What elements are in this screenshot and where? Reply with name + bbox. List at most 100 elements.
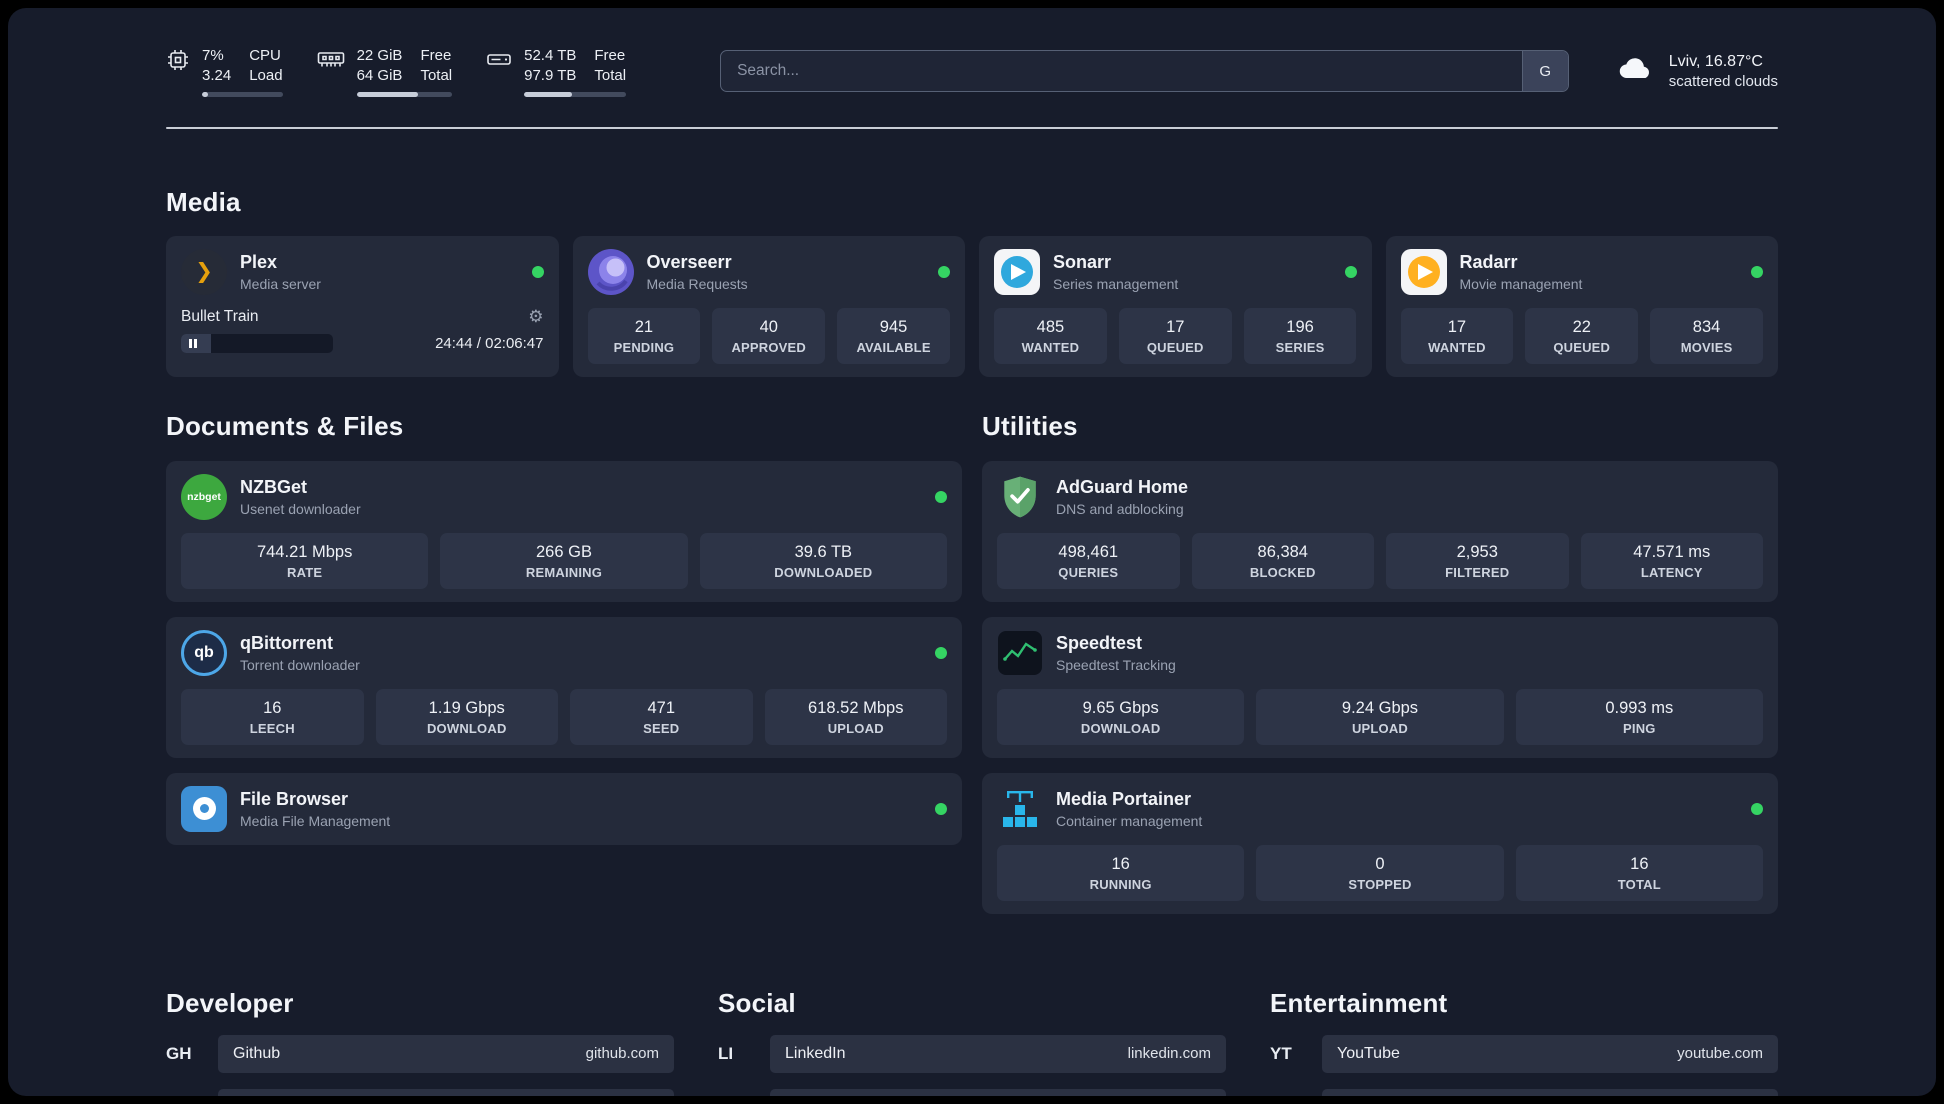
app-name: Overseerr [646, 251, 732, 272]
bookmark-link-linkedin[interactable]: LinkedIn linkedin.com [770, 1034, 1226, 1073]
cpu-label-bottom: Load [249, 66, 283, 84]
app-subtitle: Media server [240, 275, 321, 292]
adguard-icon [997, 474, 1043, 520]
disk-label-bottom: Total [594, 66, 627, 84]
stat-approved: 40 APPROVED [712, 307, 826, 364]
stat-value: 2,953 [1456, 542, 1498, 561]
stat-label: PENDING [613, 339, 675, 355]
stat-downloaded: 39.6 TB DOWNLOADED [699, 532, 947, 589]
status-dot [1751, 802, 1763, 815]
stat-rate: 744.21 Mbps RATE [181, 532, 429, 589]
app-name: NZBGet [240, 476, 307, 497]
search-engine-button[interactable]: G [1521, 51, 1568, 92]
status-dot [1751, 265, 1763, 278]
ram-usage-fill [356, 91, 418, 97]
bookmarks-social: Social LI LinkedIn linkedin.com TW Twitt… [718, 988, 1226, 1096]
bookmark-link-github[interactable]: Github github.com [218, 1034, 674, 1073]
app-tile-sonarr[interactable]: Sonarr Series management [994, 248, 1357, 295]
app-subtitle: Media Requests [646, 275, 748, 292]
stat-available: 945 AVAILABLE [837, 307, 950, 364]
app-tile-plex[interactable]: ❯ Plex Media server [181, 248, 544, 295]
stat-label: APPROVED [731, 339, 807, 355]
stat-value: 9.24 Gbps [1341, 698, 1419, 717]
app-card-sonarr: Sonarr Series management 485 WANTED 17 Q… [979, 235, 1372, 377]
filebrowser-icon [181, 785, 227, 832]
stat-value: 86,384 [1257, 542, 1308, 561]
overseerr-icon [587, 248, 634, 295]
stat-value: 16 [1111, 854, 1130, 873]
stat-label: WANTED [1428, 339, 1486, 355]
stat-value: 196 [1286, 317, 1314, 336]
top-bar: 7% 3.24 CPU Load 22 GiB 64 GiB Free Tota… [166, 46, 1778, 97]
stat-queued: 17 QUEUED [1118, 307, 1232, 364]
stat-ping: 0.993 ms PING [1515, 688, 1763, 745]
stat-label: BLOCKED [1249, 564, 1316, 580]
stat-label: DOWNLOAD [1080, 720, 1161, 736]
bookmark-name: Github [233, 1044, 281, 1062]
stat-blocked: 86,384 BLOCKED [1191, 532, 1374, 589]
app-card-speedtest: Speedtest Speedtest Tracking 9.65 Gbps D… [982, 616, 1778, 758]
stat-seed: 471 SEED [570, 688, 753, 745]
bookmark-link-twitter[interactable]: Twitter twitter.com [770, 1088, 1226, 1096]
weather-widget: Lviv, 16.87°C scattered clouds [1613, 51, 1778, 92]
app-subtitle: Usenet downloader [240, 500, 361, 517]
app-tile-filebrowser[interactable]: File Browser Media File Management [181, 785, 947, 832]
qbittorrent-icon: qb [181, 629, 227, 676]
stat-wanted: 485 WANTED [994, 307, 1107, 364]
app-card-radarr: Radarr Movie management 17 WANTED 22 QUE… [1385, 235, 1778, 377]
pause-icon[interactable] [189, 338, 197, 348]
status-dot [935, 646, 947, 659]
stat-wanted: 17 WANTED [1400, 307, 1514, 364]
app-tile-speedtest[interactable]: Speedtest Speedtest Tracking [997, 630, 1763, 676]
portainer-icon [997, 786, 1043, 832]
bookmark-link-youtube[interactable]: YouTube youtube.com [1322, 1034, 1778, 1073]
stat-label: QUEUED [1553, 339, 1611, 355]
section-heading-documents: Documents & Files [166, 410, 404, 441]
nzbget-icon: nzbget [181, 473, 227, 520]
bookmark-link-netflix[interactable]: Netflix netflix.com [1322, 1088, 1778, 1096]
app-card-nzbget: nzbget NZBGet Usenet downloader 744.21 M… [166, 460, 962, 602]
search-input[interactable] [721, 51, 1522, 92]
ram-label-bottom: Total [420, 66, 453, 84]
stat-value: 834 [1692, 317, 1721, 336]
stat-value: 618.52 Mbps [808, 698, 904, 717]
gear-icon[interactable]: ⚙ [528, 308, 543, 325]
status-dot [1344, 265, 1357, 278]
cpu-label-top: CPU [249, 47, 281, 64]
app-subtitle: Series management [1053, 275, 1179, 292]
app-tile-qbittorrent[interactable]: qb qBittorrent Torrent downloader [181, 629, 947, 676]
status-dot [935, 802, 947, 815]
stat-value: 16 [1630, 854, 1649, 873]
bookmark-name: YouTube [1337, 1044, 1400, 1062]
ram-label-top: Free [420, 47, 452, 64]
app-tile-portainer[interactable]: Media Portainer Container management [997, 786, 1763, 832]
app-name: Radarr [1459, 251, 1518, 272]
app-tile-overseerr[interactable]: Overseerr Media Requests [587, 248, 950, 295]
app-card-filebrowser: File Browser Media File Management [166, 772, 962, 845]
app-tile-radarr[interactable]: Radarr Movie management [1400, 248, 1763, 295]
app-card-plex: ❯ Plex Media server Bullet Train ⚙ 24:44… [166, 235, 559, 377]
status-dot [938, 265, 950, 278]
stat-download: 1.19 Gbps DOWNLOAD [375, 688, 558, 745]
app-subtitle: Container management [1056, 812, 1203, 829]
app-tile-nzbget[interactable]: nzbget NZBGet Usenet downloader [181, 473, 947, 520]
bookmark-link-stackoverflow[interactable]: StackOverflow stackoverflow.com [218, 1088, 674, 1096]
stat-value: 945 [879, 317, 908, 336]
disk-icon [486, 48, 512, 75]
stat-value: 17 [1166, 317, 1185, 336]
seek-bar[interactable] [181, 333, 334, 353]
app-name: Sonarr [1053, 251, 1112, 272]
bookmark-stackoverflow: SO StackOverflow stackoverflow.com [166, 1088, 674, 1096]
stat-value: 47.571 ms [1633, 542, 1711, 561]
bookmarks-section: Developer GH Github github.com SO StackO… [166, 988, 1778, 1096]
app-card-qbittorrent: qb qBittorrent Torrent downloader 16 LEE… [166, 616, 962, 758]
search-bar: G [720, 50, 1569, 93]
weather-condition: scattered clouds [1668, 72, 1778, 90]
stat-label: RUNNING [1089, 876, 1152, 892]
status-dot [531, 265, 544, 278]
stat-download: 9.65 Gbps DOWNLOAD [997, 688, 1245, 745]
stat-queued: 22 QUEUED [1525, 307, 1639, 364]
app-tile-adguard[interactable]: AdGuard Home DNS and adblocking [997, 474, 1763, 520]
section-heading-entertainment: Entertainment [1270, 987, 1448, 1018]
sonarr-icon [994, 248, 1040, 295]
